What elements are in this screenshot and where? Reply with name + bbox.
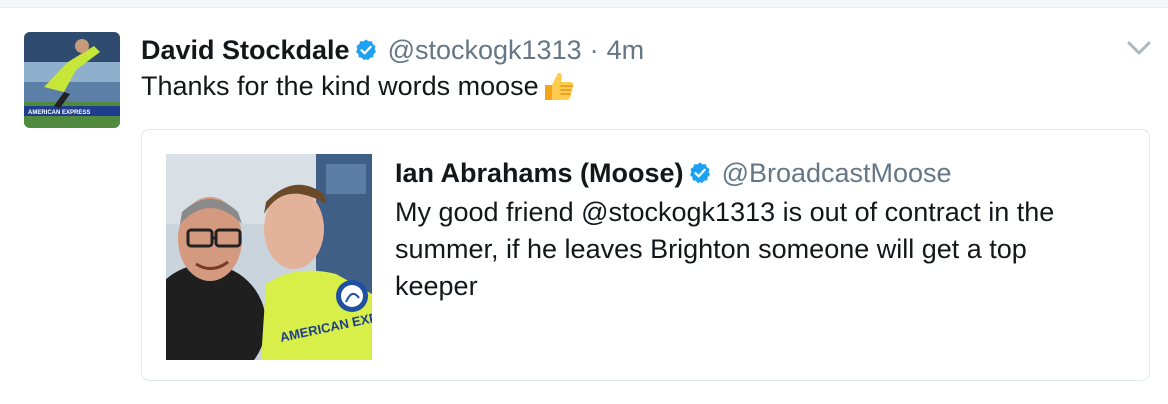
avatar-image: AMERICAN EXPRESS xyxy=(24,32,120,128)
quoted-author-handle[interactable]: @BroadcastMoose xyxy=(722,158,952,189)
tweet-text-body: Thanks for the kind words moose xyxy=(141,70,539,101)
quoted-tweet-card[interactable]: AMERICAN EXPRESS Ian Abrahams (Moose) @B… xyxy=(141,129,1150,381)
quoted-tweet-photo[interactable]: AMERICAN EXPRESS xyxy=(166,154,372,360)
quoted-author-name[interactable]: Ian Abrahams (Moose) xyxy=(395,158,684,189)
quoted-tweet-text: My good friend @stockogk1313 is out of c… xyxy=(395,197,1055,301)
tweet-header: David Stockdale @stockogk1313 · 4m xyxy=(141,30,644,70)
author-name[interactable]: David Stockdale xyxy=(141,35,350,66)
verified-badge-icon xyxy=(355,39,376,61)
tweet[interactable]: AMERICAN EXPRESS David Stockdale @stocko… xyxy=(0,8,1168,404)
verified-badge-icon xyxy=(689,162,710,184)
tweet-timestamp[interactable]: 4m xyxy=(607,35,645,66)
top-separator xyxy=(0,0,1168,8)
author-handle[interactable]: @stockogk1313 xyxy=(388,35,582,66)
author-avatar[interactable]: AMERICAN EXPRESS xyxy=(24,32,120,128)
quoted-photo-image: AMERICAN EXPRESS xyxy=(166,154,372,360)
avatar-caption: AMERICAN EXPRESS xyxy=(28,110,90,116)
separator-dot: · xyxy=(589,34,599,65)
thumbs-up-emoji-icon xyxy=(544,72,573,100)
quoted-tweet-header: Ian Abrahams (Moose) @BroadcastMoose xyxy=(395,154,952,192)
tweet-text: Thanks for the kind words moose xyxy=(141,69,575,103)
chevron-down-icon[interactable] xyxy=(1124,36,1154,60)
